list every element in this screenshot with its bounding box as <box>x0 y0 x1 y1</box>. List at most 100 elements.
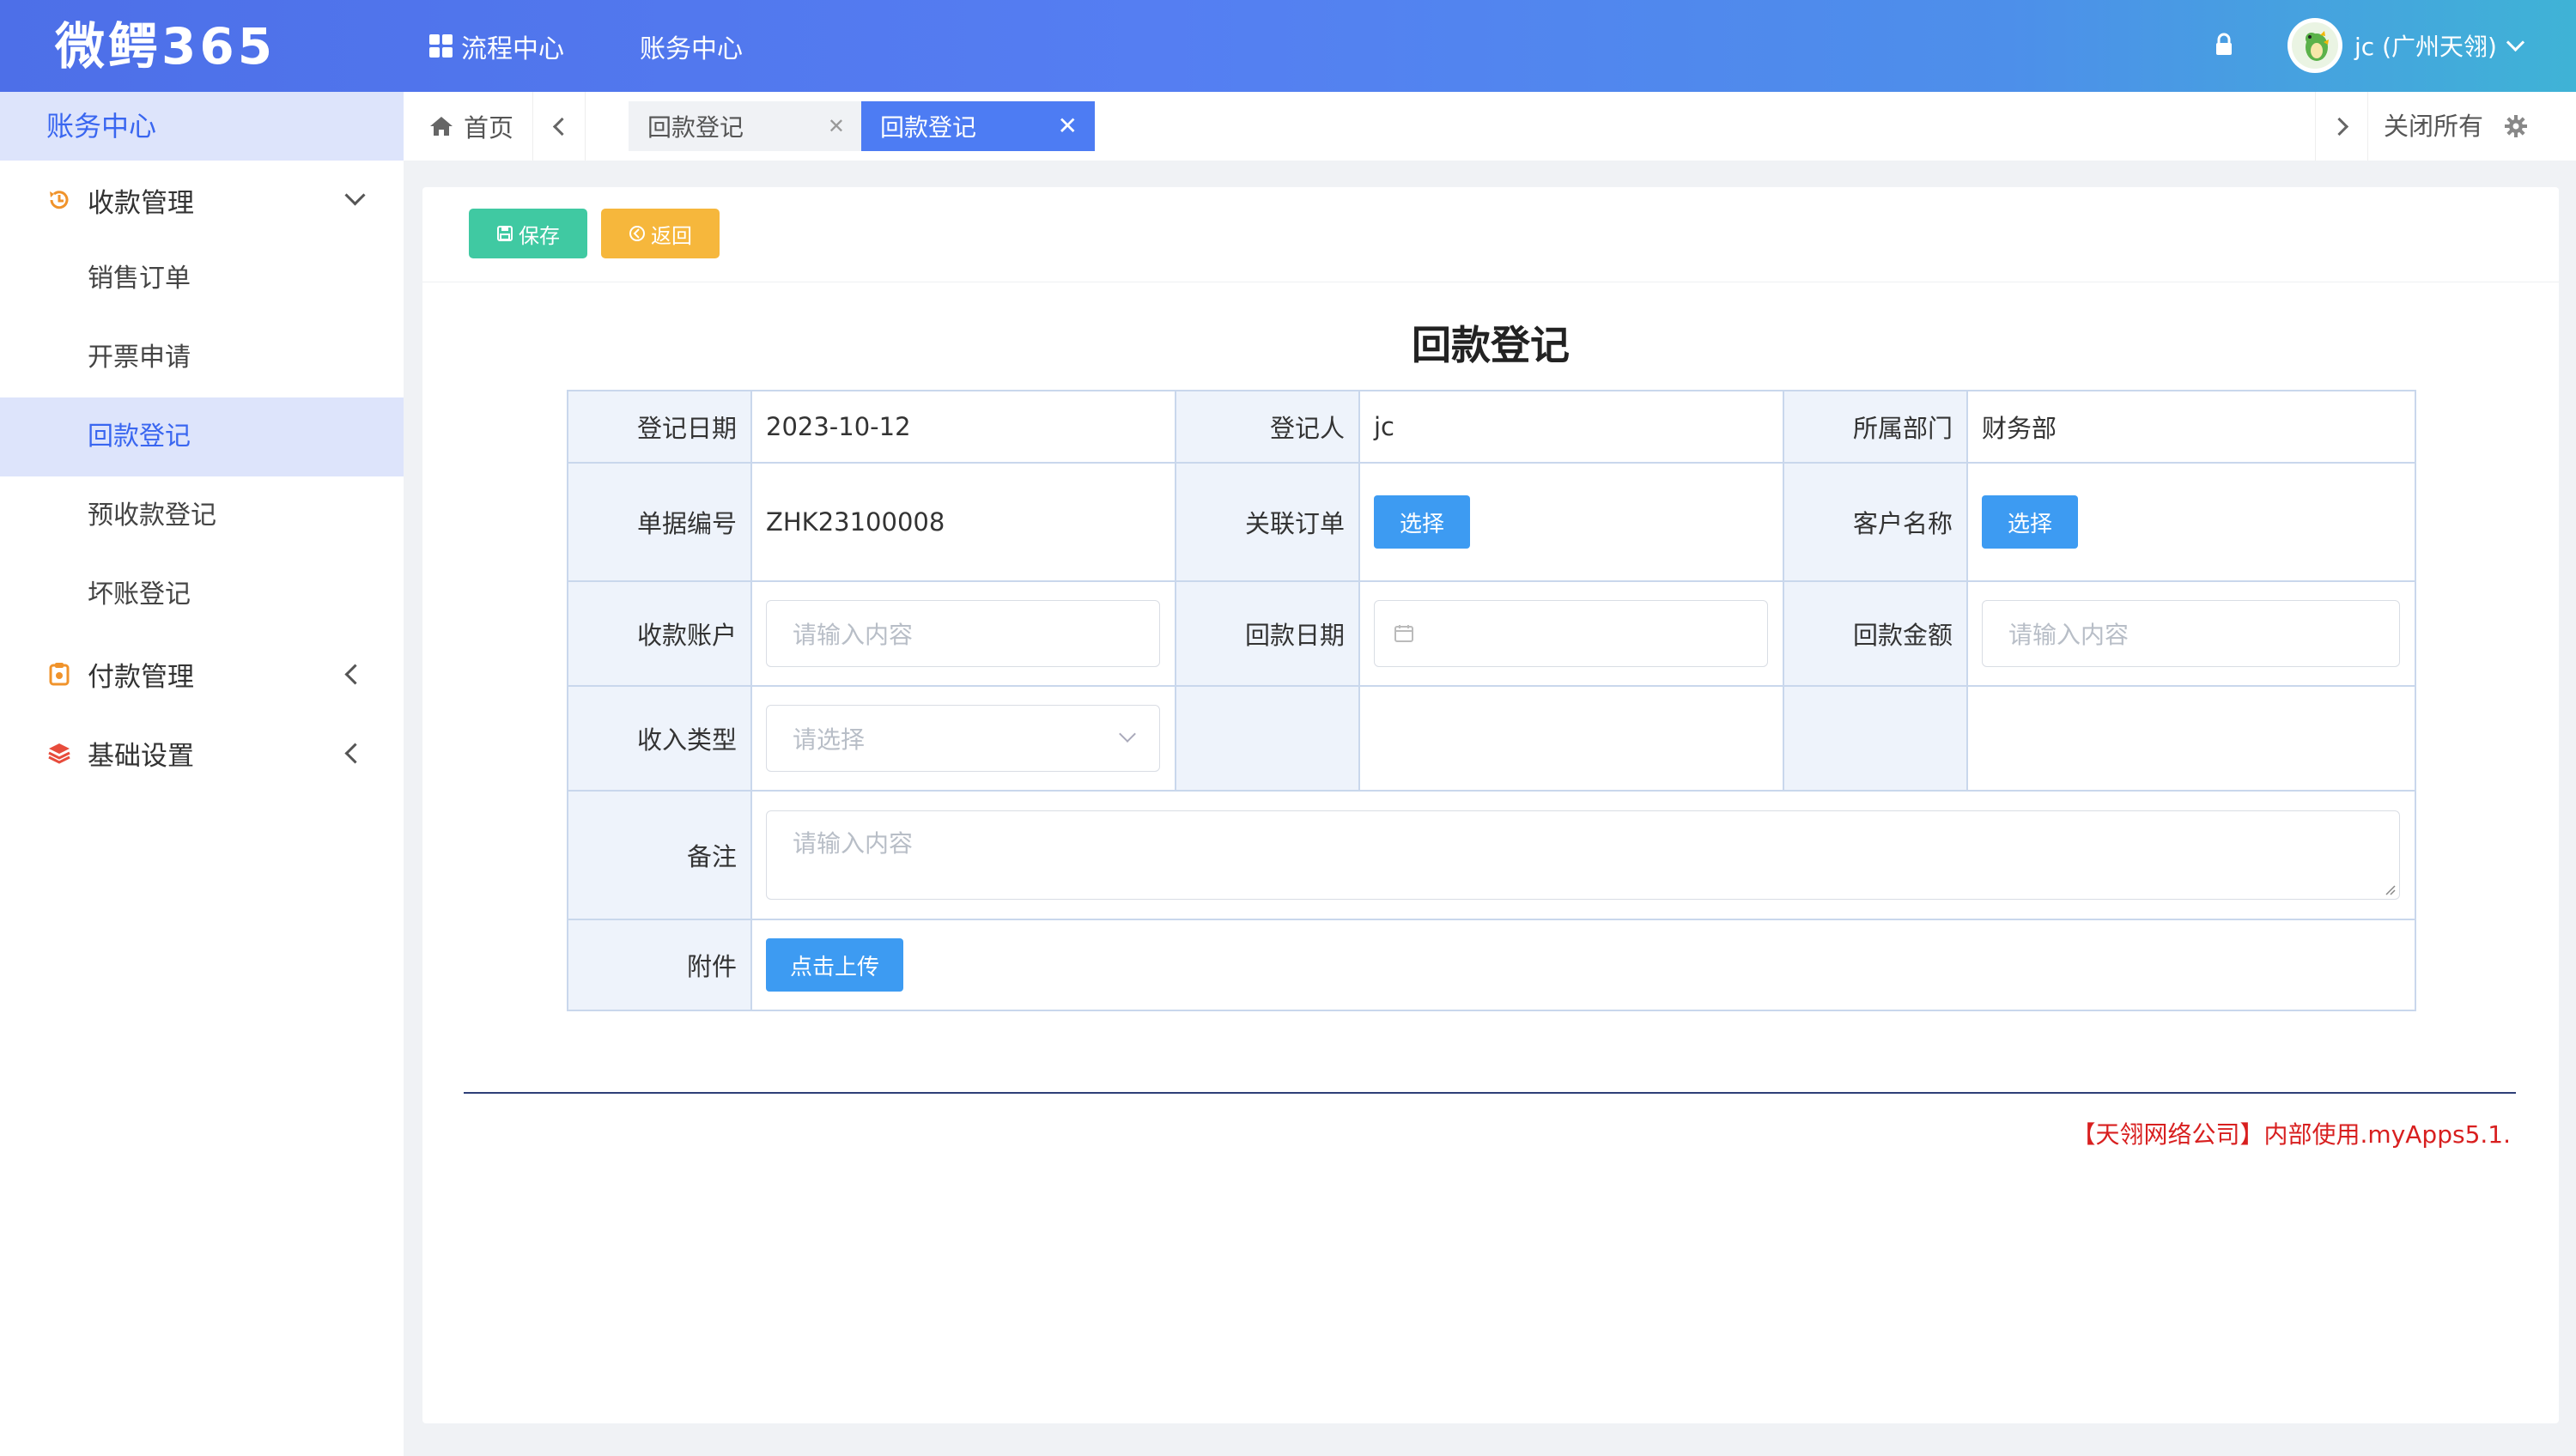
field-label: 回款日期 <box>1175 580 1360 687</box>
empty-value-cell <box>1358 685 1784 792</box>
chevron-left-icon <box>344 664 366 685</box>
field-label: 所属部门 <box>1783 390 1968 464</box>
upload-button[interactable]: 点击上传 <box>766 938 903 992</box>
avatar <box>2287 18 2342 73</box>
save-button[interactable]: 保存 <box>469 209 587 258</box>
chevron-right-icon <box>2330 117 2349 136</box>
tab-label: 回款登记 <box>647 113 744 142</box>
tab-payment-registration-1[interactable]: 回款登记 ✕ <box>629 101 862 151</box>
back-circle-icon <box>629 226 645 241</box>
field-label: 收款账户 <box>567 580 752 687</box>
payment-date-cell <box>1358 580 1784 687</box>
field-label: 回款金额 <box>1783 580 1968 687</box>
select-customer-button[interactable]: 选择 <box>1982 495 2078 549</box>
sidebar-group-payables[interactable]: 付款管理 <box>0 634 404 713</box>
sidebar-group-label: 基础设置 <box>88 740 194 772</box>
field-label: 附件 <box>567 919 752 1011</box>
tab-label: 回款登记 <box>880 113 977 142</box>
customer-cell: 选择 <box>1966 462 2416 582</box>
registration-form: 登记日期 2023-10-12 登记人 jc 所属部门 财务部 单据编号 ZHK… <box>567 390 2416 1011</box>
income-type-placeholder: 请选择 <box>793 725 866 754</box>
footer-text: 【天翎网络公司】内部使用.myApps5.1. <box>2071 1120 2511 1149</box>
department-value: 财务部 <box>1966 390 2416 464</box>
field-label: 登记日期 <box>567 390 752 464</box>
chevron-left-icon <box>552 117 572 136</box>
home-icon <box>430 117 453 136</box>
back-button[interactable]: 返回 <box>601 209 720 258</box>
field-label: 备注 <box>567 790 752 920</box>
form-title: 回款登记 <box>1412 322 1570 368</box>
attachment-cell: 点击上传 <box>750 919 2416 1011</box>
field-label: 收入类型 <box>567 685 752 792</box>
sidebar-group-label: 付款管理 <box>88 661 194 693</box>
income-type-cell: 请选择 <box>750 685 1176 792</box>
topnav-label: 账务中心 <box>640 33 743 64</box>
close-all-tabs-button[interactable]: 关闭所有 <box>2384 92 2483 161</box>
topnav-process-center[interactable]: 流程中心 <box>429 27 564 65</box>
sidebar-item-sales-order[interactable]: 销售订单 <box>0 240 404 318</box>
sidebar-item-payment-registration[interactable]: 回款登记 <box>0 397 404 476</box>
back-label: 返回 <box>651 223 692 248</box>
chevron-left-icon <box>344 743 366 764</box>
tabs-bar: 首页 回款登记 ✕ 回款登记 ✕ 关闭所有 <box>404 92 2576 161</box>
floppy-icon <box>497 226 513 241</box>
refresh-clock-icon <box>46 187 72 213</box>
top-bar: 微鳄365 流程中心 账务中心 jc (广州天翎) <box>0 0 2576 92</box>
user-menu[interactable]: jc (广州天翎) <box>2287 15 2525 76</box>
sidebar-item-prepayment-registration[interactable]: 预收款登记 <box>0 476 404 555</box>
sidebar-group-receivables[interactable]: 收款管理 <box>0 161 404 240</box>
topnav-label: 流程中心 <box>461 33 564 64</box>
field-label: 客户名称 <box>1783 462 1968 582</box>
field-label: 关联订单 <box>1175 462 1360 582</box>
account-cell: 请输入内容 <box>750 580 1176 687</box>
account-input[interactable]: 请输入内容 <box>766 600 1160 667</box>
footer-divider <box>464 1092 2516 1094</box>
registrant-value: jc <box>1358 390 1784 464</box>
amount-cell: 请输入内容 <box>1966 580 2416 687</box>
tab-payment-registration-2[interactable]: 回款登记 ✕ <box>861 101 1095 151</box>
resize-handle-icon[interactable] <box>2384 883 2396 895</box>
reg-date-value: 2023-10-12 <box>750 390 1176 464</box>
tab-scroll-left-button[interactable] <box>532 92 586 161</box>
app-logo[interactable]: 微鳄365 <box>55 12 276 81</box>
amount-input[interactable]: 请输入内容 <box>1982 600 2400 667</box>
empty-value-cell <box>1966 685 2416 792</box>
clipboard-icon <box>46 661 72 687</box>
income-type-select[interactable]: 请选择 <box>766 705 1160 772</box>
empty-label-cell <box>1175 685 1360 792</box>
lock-icon[interactable] <box>2214 33 2234 57</box>
payment-date-picker[interactable] <box>1374 600 1768 667</box>
related-order-cell: 选择 <box>1358 462 1784 582</box>
tab-scroll-right-button[interactable] <box>2315 92 2368 161</box>
sidebar: 账务中心 收款管理 销售订单 开票申请 回款登记 预收款登记 坏账登记 付款管理… <box>0 92 404 1456</box>
calendar-icon <box>1394 625 1413 642</box>
layers-icon <box>46 740 72 766</box>
tab-home[interactable]: 首页 <box>429 92 513 161</box>
chevron-down-icon <box>344 185 366 206</box>
remark-cell: 请输入内容 <box>750 790 2416 920</box>
sidebar-group-label: 收款管理 <box>88 187 194 219</box>
doc-no-value: ZHK23100008 <box>750 462 1176 582</box>
gear-icon[interactable] <box>2504 114 2528 138</box>
grid-icon <box>429 34 453 58</box>
topnav-finance-center[interactable]: 账务中心 <box>640 27 743 65</box>
sidebar-header: 账务中心 <box>0 92 404 161</box>
dino-avatar-icon <box>2292 22 2338 69</box>
sidebar-item-invoice-request[interactable]: 开票申请 <box>0 318 404 397</box>
top-nav: 流程中心 账务中心 <box>429 0 818 92</box>
close-icon[interactable]: ✕ <box>828 114 845 138</box>
close-icon[interactable]: ✕ <box>1058 114 1078 138</box>
remark-placeholder: 请输入内容 <box>793 829 914 858</box>
field-label: 单据编号 <box>567 462 752 582</box>
sidebar-group-basic-settings[interactable]: 基础设置 <box>0 713 404 792</box>
select-order-button[interactable]: 选择 <box>1374 495 1470 549</box>
remark-textarea[interactable]: 请输入内容 <box>766 810 2400 900</box>
field-label: 登记人 <box>1175 390 1360 464</box>
sidebar-item-bad-debt-registration[interactable]: 坏账登记 <box>0 555 404 634</box>
save-label: 保存 <box>519 223 560 248</box>
form-toolbar: 保存 返回 <box>422 187 2559 282</box>
content-card: 保存 返回 回款登记 登记日期 2023-10-12 登记人 jc 所属部门 财… <box>422 187 2559 1423</box>
empty-label-cell <box>1783 685 1968 792</box>
tab-label: 首页 <box>464 113 514 143</box>
chevron-down-icon <box>1119 725 1136 743</box>
